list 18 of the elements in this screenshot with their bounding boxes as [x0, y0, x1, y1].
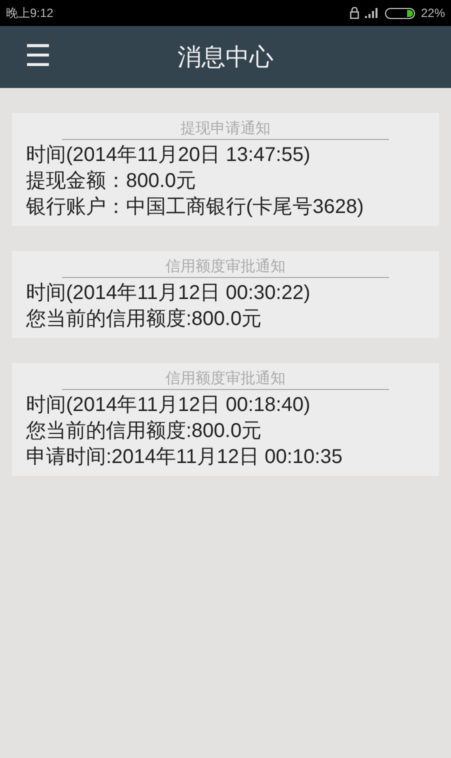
lock-icon: [350, 7, 359, 19]
notice-title: 提现申请通知: [62, 119, 389, 140]
page-title: 消息中心: [178, 42, 274, 73]
notice-line: 银行账户：中国工商银行(卡尾号3628): [26, 195, 365, 220]
notice-line: 时间(2014年11月12日 00:18:40): [26, 393, 312, 418]
notice-line: 提现金额：800.0元: [26, 169, 198, 194]
notice-title: 信用额度审批通知: [62, 257, 389, 278]
notice-line: 申请时间:2014年11月12日 00:10:35: [26, 445, 344, 470]
status-time: 晚上9:12: [6, 4, 54, 22]
notice-line: 您当前的信用额度:800.0元: [26, 307, 263, 332]
notice-line: 时间(2014年11月12日 00:30:22): [26, 281, 312, 306]
battery-percent: 22%: [420, 6, 445, 20]
notice-line: 时间(2014年11月20日 13:47:55): [26, 143, 312, 168]
battery-icon: [384, 8, 415, 18]
signal-icon: [364, 8, 379, 18]
menu-button[interactable]: ☰: [22, 42, 54, 72]
notice-title: 信用额度审批通知: [62, 369, 389, 390]
notice-line: 您当前的信用额度:800.0元: [26, 419, 263, 444]
